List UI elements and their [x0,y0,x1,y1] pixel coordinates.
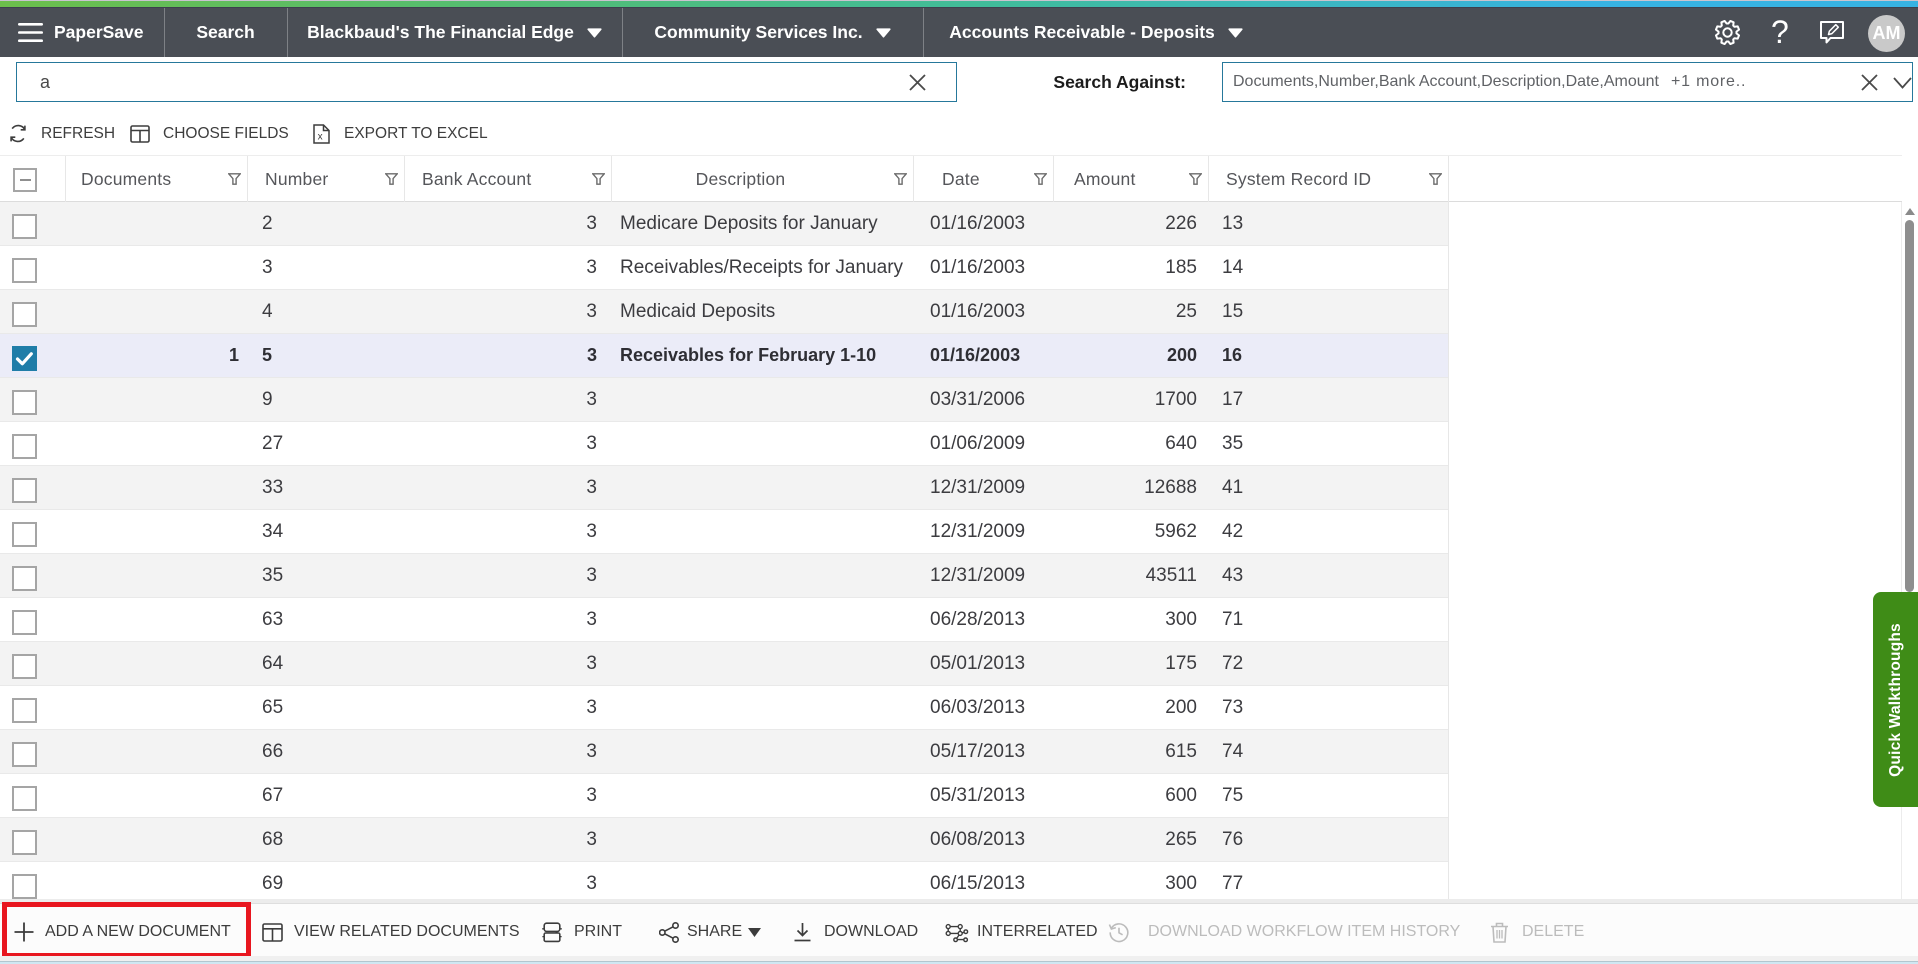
svg-text:x: x [318,132,323,143]
